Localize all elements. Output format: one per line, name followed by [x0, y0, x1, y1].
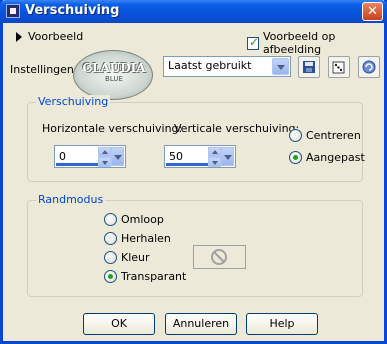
title-bar[interactable]: Verschuiving ✕ — [0, 0, 387, 23]
horizontal-offset-slider-bar[interactable] — [56, 163, 102, 166]
preview-on-image-label: Voorbeeld op afbeelding — [262, 30, 336, 56]
horizontal-offset-input[interactable]: 0 — [54, 145, 126, 168]
edge-color-swatch[interactable] — [193, 245, 246, 269]
edge-transparent-radio[interactable] — [104, 270, 117, 283]
ok-button[interactable]: OK — [83, 313, 155, 335]
edge-mode-legend: Randmodus — [36, 193, 106, 206]
spin-down-icon[interactable] — [98, 157, 111, 167]
settings-label: Instellingen — [10, 63, 74, 76]
save-preset-icon — [303, 61, 315, 73]
preset-select-value: Laatst gebruikt — [168, 59, 252, 72]
vertical-offset-input[interactable]: 50 — [164, 145, 236, 168]
chevron-down-icon[interactable] — [221, 147, 234, 166]
chevron-down-icon[interactable] — [111, 147, 124, 166]
expand-triangle-icon[interactable] — [16, 31, 22, 42]
disabled-no-icon — [211, 249, 227, 265]
reset-button[interactable] — [358, 56, 380, 78]
offset-center-option[interactable]: Centreren — [289, 129, 361, 142]
preset-select[interactable]: Laatst gebruikt — [163, 56, 291, 77]
preview-on-image-checkbox[interactable] — [247, 35, 259, 50]
save-preset-button[interactable] — [298, 56, 320, 78]
window-title: Verschuiving — [25, 3, 120, 18]
edge-option-color[interactable]: Kleur — [104, 251, 150, 264]
edge-transparent-label: Transparant — [121, 270, 187, 283]
edge-wrap-radio[interactable] — [104, 213, 117, 226]
edge-wrap-label: Omloop — [121, 213, 164, 226]
horizontal-offset-label: Horizontale verschuiving: — [42, 122, 183, 135]
cancel-button[interactable]: Annuleren — [165, 313, 237, 335]
offset-custom-label: Aangepast — [306, 151, 365, 164]
randomize-button[interactable] — [328, 56, 350, 78]
close-button[interactable]: ✕ — [362, 2, 383, 21]
offset-center-radio[interactable] — [289, 129, 302, 142]
edge-repeat-label: Herhalen — [121, 232, 171, 245]
edge-option-repeat[interactable]: Herhalen — [104, 232, 171, 245]
spin-up-icon[interactable] — [208, 147, 221, 157]
offset-legend: Verschuiving — [36, 95, 111, 108]
reset-icon — [362, 60, 376, 74]
edge-color-radio[interactable] — [104, 251, 117, 264]
preview-on-image-option[interactable]: Voorbeeld op afbeelding — [247, 30, 384, 56]
vertical-offset-value: 50 — [169, 150, 183, 163]
logo-text: CLAUDIA — [82, 61, 146, 75]
horizontal-offset-value: 0 — [59, 150, 66, 163]
chevron-down-icon[interactable] — [272, 58, 289, 75]
edge-color-label: Kleur — [121, 251, 150, 264]
spin-down-icon[interactable] — [208, 157, 221, 167]
offset-center-label: Centreren — [306, 129, 361, 142]
claudia-logo-watermark: CLAUDIA BLUE — [73, 50, 153, 100]
preview-toggle-label: Voorbeeld — [28, 30, 84, 43]
help-button[interactable]: Help — [246, 313, 318, 335]
randomize-dice-icon — [332, 61, 345, 74]
offset-custom-option[interactable]: Aangepast — [289, 151, 365, 164]
dialog-window: Verschuiving ✕ Voorbeeld Voorbeeld op af… — [0, 0, 387, 344]
vertical-offset-label: Verticale verschuiving: — [174, 122, 300, 135]
logo-subtext: BLUE — [105, 75, 123, 83]
preview-toggle[interactable]: Voorbeeld — [16, 30, 83, 43]
edge-option-transparent[interactable]: Transparant — [104, 270, 186, 283]
spin-up-icon[interactable] — [98, 147, 111, 157]
vertical-offset-slider-bar[interactable] — [166, 163, 212, 166]
app-icon — [6, 4, 20, 18]
offset-group: Verschuiving — [27, 95, 363, 182]
offset-custom-radio[interactable] — [289, 151, 302, 164]
edge-option-wrap[interactable]: Omloop — [104, 213, 164, 226]
edge-repeat-radio[interactable] — [104, 232, 117, 245]
